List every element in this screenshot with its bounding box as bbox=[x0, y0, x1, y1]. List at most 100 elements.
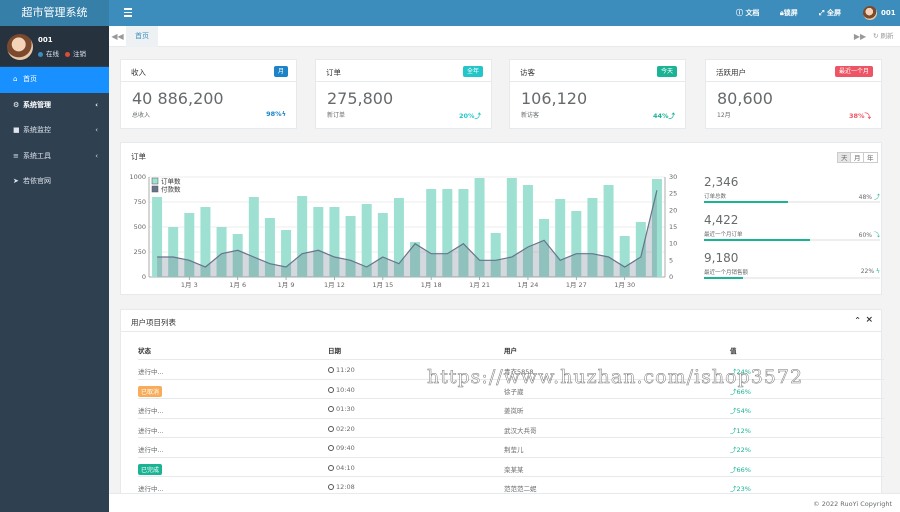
period-switch: 天月年 bbox=[837, 151, 878, 164]
stat-value: 275,800 bbox=[327, 89, 394, 108]
stat-card-3: 访客 今天 106,120 新访客 44%⤴ bbox=[509, 59, 686, 129]
percent-value: 38% bbox=[848, 112, 865, 120]
status-cell: 进行中... bbox=[138, 366, 164, 376]
column-header: 值 bbox=[730, 347, 737, 355]
user-cell: 荆莹儿 bbox=[504, 446, 524, 454]
level-down-icon: ⤵ bbox=[864, 112, 872, 120]
sidebar-item-label: 系统管理 bbox=[23, 100, 51, 109]
value-cell: ⤴66% bbox=[730, 464, 751, 474]
gear-icon: ⚙ bbox=[13, 100, 20, 109]
date-cell: 09:40 bbox=[328, 444, 355, 452]
stat-subtitle: 新访客 bbox=[521, 112, 540, 119]
stat-title: 访客 bbox=[520, 68, 535, 77]
docs-label: 文档 bbox=[745, 9, 760, 17]
chevron-left-icon: ‹ bbox=[95, 100, 98, 109]
avatar[interactable] bbox=[7, 34, 33, 60]
side-stat-label: 最近一个月销售额 bbox=[704, 270, 749, 276]
side-stat-3: 9,180 最近一个月销售额 22% ϟ bbox=[704, 251, 880, 281]
sidebar-item-2[interactable]: ⚙ 系统管理 ‹ bbox=[0, 93, 109, 119]
value-cell: ⤴54% bbox=[730, 405, 751, 415]
menu-toggle-icon[interactable] bbox=[124, 8, 132, 17]
table-row[interactable]: 进行中... 01:30 姜岚昕 ⤴54% bbox=[138, 398, 884, 418]
stat-title: 活跃用户 bbox=[716, 68, 746, 77]
stat-card-header: 活跃用户 最近一个月 bbox=[706, 60, 881, 82]
value-cell: ⤴12% bbox=[730, 425, 751, 435]
x-tick-label: 1月 18 bbox=[421, 281, 442, 289]
footer: © 2022 RuoYi Copyright bbox=[109, 493, 900, 512]
progress-track bbox=[704, 277, 880, 279]
date-cell: 10:40 bbox=[328, 386, 355, 394]
bolt-icon: ⤴ bbox=[873, 194, 880, 201]
home-icon: ⌂ bbox=[13, 75, 18, 83]
stat-percent: 38%⤵ bbox=[849, 110, 871, 120]
period-badge: 全年 bbox=[462, 66, 483, 77]
logout-icon[interactable] bbox=[65, 51, 70, 57]
stat-title: 订单 bbox=[326, 68, 341, 77]
stat-subtitle: 12月 bbox=[717, 112, 731, 119]
level-up-icon: ⤴ bbox=[474, 112, 482, 120]
tab-home[interactable]: 首页 bbox=[126, 26, 158, 47]
period-button-3[interactable]: 年 bbox=[863, 152, 878, 163]
legend-swatch bbox=[151, 185, 159, 193]
topbar-user-name[interactable]: 001 bbox=[881, 0, 896, 26]
clock-icon bbox=[328, 464, 334, 471]
chevron-left-icon: ‹ bbox=[95, 126, 98, 134]
user-cell: 栾某某 bbox=[504, 465, 524, 474]
time-text: 01:30 bbox=[336, 405, 355, 413]
time-text: 11:20 bbox=[336, 366, 355, 374]
time-text: 10:40 bbox=[336, 385, 355, 394]
value-text: 23% bbox=[736, 485, 751, 493]
stat-card-header: 访客 今天 bbox=[510, 60, 685, 82]
stat-title: 收入 bbox=[131, 68, 146, 77]
y-left-tick: 250 bbox=[134, 248, 146, 256]
topbar-avatar[interactable] bbox=[863, 6, 877, 20]
logout-link[interactable]: 注销 bbox=[73, 50, 86, 58]
legend-label: 订单数 bbox=[161, 177, 181, 186]
clock-icon bbox=[328, 386, 334, 393]
tab-scroll-left-icon[interactable]: ◀◀ bbox=[109, 26, 126, 47]
status-cell: 进行中... bbox=[138, 483, 164, 493]
sidebar: 超市管理系统 001 在线 注销 ⌂ 首页 ⚙ 系统管理 ‹ ■ 系统监控 ‹ ≡ 系统工具 ‹ ➤ 若依… bbox=[0, 0, 109, 512]
docs-button[interactable]: ⓘ 文档 bbox=[736, 0, 759, 26]
y-left-tick: 1000 bbox=[129, 173, 146, 181]
user-cell: 姜岚昕 bbox=[504, 407, 524, 415]
column-header: 日期 bbox=[328, 347, 341, 355]
tabs-bar: ◀◀ 首页 ▶▶ ↻ 刷新 bbox=[109, 26, 900, 47]
column-header: 状态 bbox=[138, 347, 151, 355]
video-icon: ■ bbox=[13, 126, 20, 134]
x-tick-label: 1月 30 bbox=[614, 281, 635, 289]
percent-value: 98% bbox=[266, 110, 282, 118]
stat-card-4: 活跃用户 最近一个月 80,600 12月 38%⤵ bbox=[705, 59, 882, 129]
value-text: 22% bbox=[736, 446, 751, 454]
value-cell: ⤴22% bbox=[730, 444, 751, 454]
stat-percent: 20%⤴ bbox=[459, 110, 481, 120]
table-row[interactable]: 已完成 04:10 栾某某 ⤴66% bbox=[138, 456, 884, 477]
sidebar-item-label: 若依官网 bbox=[23, 177, 51, 185]
table-row[interactable]: 进行中... 09:40 荆莹儿 ⤴22% bbox=[138, 437, 884, 457]
percent-value: 48% bbox=[858, 194, 872, 201]
sidebar-item-4[interactable]: ≡ 系统工具 ‹ bbox=[0, 144, 109, 170]
fullscreen-button[interactable]: ⤢ 全屏 bbox=[819, 0, 841, 26]
user-name: 001 bbox=[38, 36, 53, 44]
value-text: 66% bbox=[736, 465, 751, 474]
tab-scroll-right-icon[interactable]: ▶▶ bbox=[853, 26, 867, 47]
collapse-icon[interactable]: ⌃ bbox=[854, 316, 861, 325]
lock-screen-button[interactable]: 🔒︎锁屏 bbox=[780, 0, 798, 26]
close-icon[interactable]: × bbox=[865, 315, 873, 325]
status-cell: 进行中... bbox=[138, 425, 164, 435]
sidebar-item-5[interactable]: ➤ 若依官网 bbox=[0, 169, 109, 195]
refresh-button[interactable]: ↻ 刷新 bbox=[873, 26, 894, 47]
user-panel: 001 在线 注销 bbox=[0, 26, 109, 66]
orders-panel: 订单 天月年 0 250 500 750 1000 0 5 10 15 20 25 30 1月 3 1月 … bbox=[120, 142, 882, 295]
side-stat-label: 最近一个月订单 bbox=[704, 232, 743, 238]
period-badge: 今天 bbox=[656, 66, 677, 77]
sidebar-item-3[interactable]: ■ 系统监控 ‹ bbox=[0, 118, 109, 144]
sidebar-item-1[interactable]: ⌂ 首页 bbox=[0, 67, 109, 93]
fullscreen-label: 全屏 bbox=[827, 9, 842, 17]
sidebar-item-label: 首页 bbox=[23, 75, 37, 83]
x-tick-label: 1月 24 bbox=[517, 281, 538, 289]
stat-card-2: 订单 全年 275,800 新订单 20%⤴ bbox=[315, 59, 492, 129]
status-badge: 已取消 bbox=[138, 385, 163, 397]
project-list-header: 用户项目列表 ⌃ × bbox=[121, 310, 881, 332]
table-row[interactable]: 进行中... 02:20 武汉大兵哥 ⤴12% bbox=[138, 417, 884, 438]
